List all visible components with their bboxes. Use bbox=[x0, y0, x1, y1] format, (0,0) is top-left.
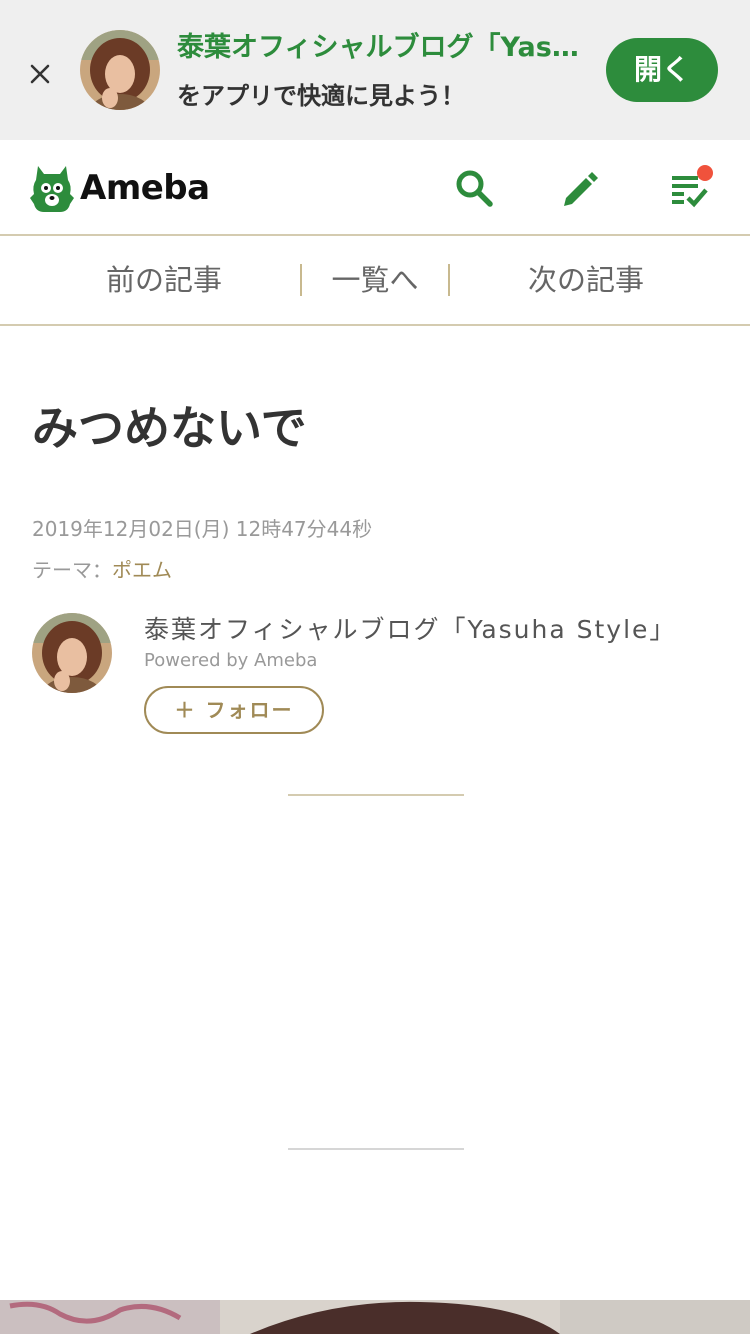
banner-title: 泰葉オフィシャルブログ「Yasuha Style」 bbox=[177, 32, 592, 63]
divider bbox=[288, 794, 464, 796]
banner-avatar bbox=[80, 30, 160, 110]
powered-by-text: Powered by Ameba bbox=[144, 650, 318, 671]
banner-subtitle: をアプリで快適に見よう！ bbox=[177, 82, 465, 110]
theme-label: テーマ： bbox=[32, 558, 112, 582]
logo-text: Ameba bbox=[80, 168, 210, 208]
site-header: Ameba bbox=[0, 140, 750, 236]
search-icon[interactable] bbox=[454, 168, 494, 208]
close-icon[interactable] bbox=[22, 56, 58, 92]
notification-dot bbox=[697, 165, 713, 181]
author-avatar[interactable] bbox=[32, 613, 112, 693]
follow-button[interactable]: ＋ フォロー bbox=[144, 686, 324, 734]
theme-link[interactable]: ポエム bbox=[112, 558, 172, 582]
article-date: 2019年12月02日(月) 12時47分44秒 bbox=[32, 517, 373, 541]
app-install-banner: 泰葉オフィシャルブログ「Yasuha Style」 をアプリで快適に見よう！ 開… bbox=[0, 0, 750, 140]
article-list-link[interactable]: 一覧へ bbox=[312, 236, 438, 324]
theme-row: テーマ：ポエム bbox=[32, 554, 172, 583]
next-article-link[interactable]: 次の記事 bbox=[482, 236, 690, 324]
divider bbox=[288, 1148, 464, 1150]
open-app-button[interactable]: 開く bbox=[606, 38, 718, 102]
pager-separator bbox=[448, 264, 450, 296]
prev-article-link[interactable]: 前の記事 bbox=[60, 236, 268, 324]
pencil-icon[interactable] bbox=[560, 168, 600, 208]
blog-name-link[interactable]: 泰葉オフィシャルブログ「Yasuha Style」 bbox=[144, 610, 676, 646]
ameba-mascot-icon bbox=[30, 166, 74, 212]
article-photo bbox=[0, 1300, 750, 1334]
ameba-logo[interactable]: Ameba bbox=[30, 162, 210, 214]
pager-separator bbox=[300, 264, 302, 296]
article-title: みつめないで bbox=[32, 401, 307, 455]
article-pager: 前の記事 一覧へ 次の記事 bbox=[0, 236, 750, 326]
